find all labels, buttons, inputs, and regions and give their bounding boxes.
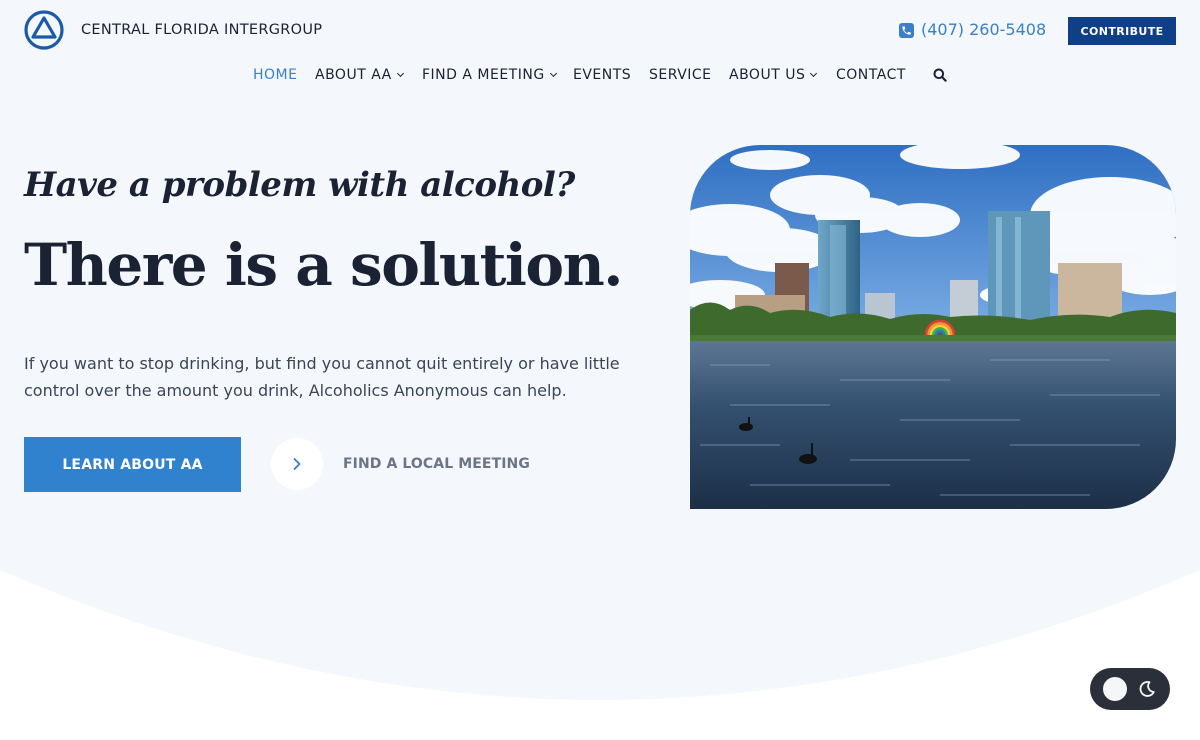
- phone-link[interactable]: (407) 260-5408: [899, 20, 1046, 40]
- find-meeting-arrow-button[interactable]: [271, 438, 323, 490]
- theme-toggle-knob: [1103, 677, 1127, 701]
- moon-icon: [1139, 681, 1155, 697]
- site-brand-name[interactable]: CENTRAL FLORIDA INTERGROUP: [81, 21, 322, 39]
- nav-item-about-aa[interactable]: ABOUT AA: [315, 66, 404, 84]
- site-header: CENTRAL FLORIDA INTERGROUP (407) 260-540…: [0, 0, 1200, 100]
- find-local-meeting-link[interactable]: FIND A LOCAL MEETING: [343, 455, 530, 473]
- chevron-down-icon: [396, 69, 404, 78]
- nav-item-events[interactable]: EVENTS: [573, 66, 631, 84]
- hero-tagline: Have a problem with alcohol?: [24, 165, 575, 205]
- hero-intro-text: If you want to stop drinking, but find y…: [24, 354, 620, 400]
- chevron-down-icon: [810, 69, 818, 78]
- hero-headline: There is a solution.: [24, 231, 623, 299]
- nav-item-home[interactable]: HOME: [253, 66, 297, 84]
- nav-item-about-us[interactable]: ABOUT US: [729, 66, 818, 84]
- phone-number: (407) 260-5408: [921, 20, 1047, 39]
- search-icon[interactable]: [933, 68, 947, 82]
- chevron-down-icon: [549, 69, 557, 78]
- nav-item-service[interactable]: SERVICE: [649, 66, 712, 84]
- contribute-button[interactable]: CONTRIBUTE: [1068, 17, 1176, 45]
- hero-image-lake-skyline: [690, 145, 1176, 509]
- phone-icon: [899, 22, 914, 38]
- chevron-right-icon: [293, 458, 301, 470]
- learn-about-aa-button[interactable]: LEARN ABOUT AA: [24, 437, 241, 492]
- main-nav: HOME ABOUT AA FIND A MEETING EVENTS SERV…: [0, 66, 1200, 86]
- nav-item-contact[interactable]: CONTACT: [836, 66, 906, 84]
- nav-item-find-a-meeting[interactable]: FIND A MEETING: [422, 66, 557, 84]
- site-logo[interactable]: [24, 10, 64, 50]
- theme-toggle[interactable]: [1090, 668, 1170, 710]
